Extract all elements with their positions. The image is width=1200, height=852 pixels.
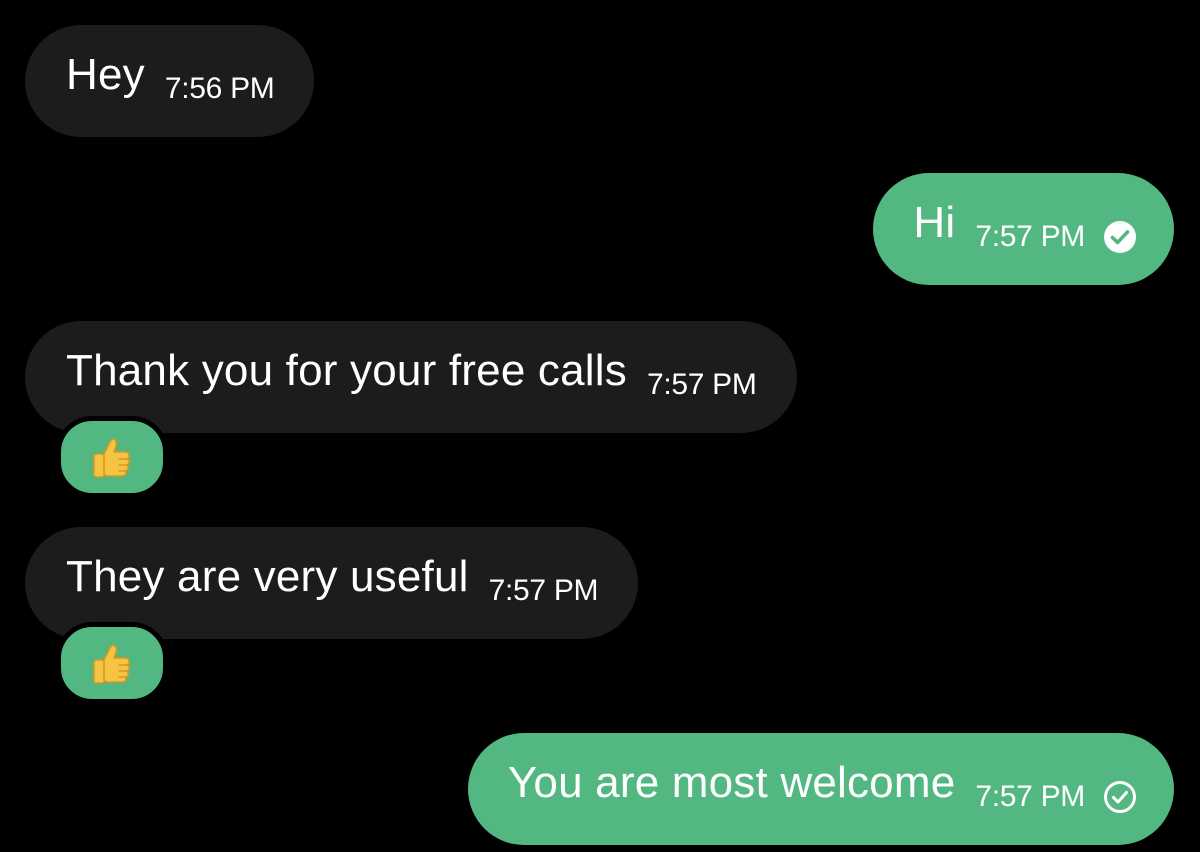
message-timestamp: 7:56 PM <box>164 72 275 105</box>
message-text: You are most welcome <box>507 758 956 807</box>
read-check-icon <box>1103 220 1137 254</box>
message-bubble-outgoing[interactable]: You are most welcome 7:57 PM <box>467 733 1174 845</box>
message-timestamp: 7:57 PM <box>646 368 757 401</box>
message-text: They are very useful <box>66 552 469 601</box>
message-bubble-outgoing[interactable]: Hi 7:57 PM <box>873 173 1174 285</box>
message-timestamp: 7:57 PM <box>975 780 1085 813</box>
message-text: Hi <box>913 198 956 247</box>
thumbs-up-icon <box>89 640 135 686</box>
message-bubble-incoming[interactable]: Hey 7:56 PM <box>25 25 315 137</box>
message-text: Hey <box>66 50 145 99</box>
thumbs-up-reaction[interactable] <box>56 622 168 704</box>
thumbs-up-icon <box>89 434 135 480</box>
message-timestamp: 7:57 PM <box>975 220 1085 253</box>
message-text: Thank you for your free calls <box>66 346 627 395</box>
thumbs-up-reaction[interactable] <box>56 416 168 498</box>
sent-check-icon <box>1103 780 1137 814</box>
message-timestamp: 7:57 PM <box>488 574 599 607</box>
